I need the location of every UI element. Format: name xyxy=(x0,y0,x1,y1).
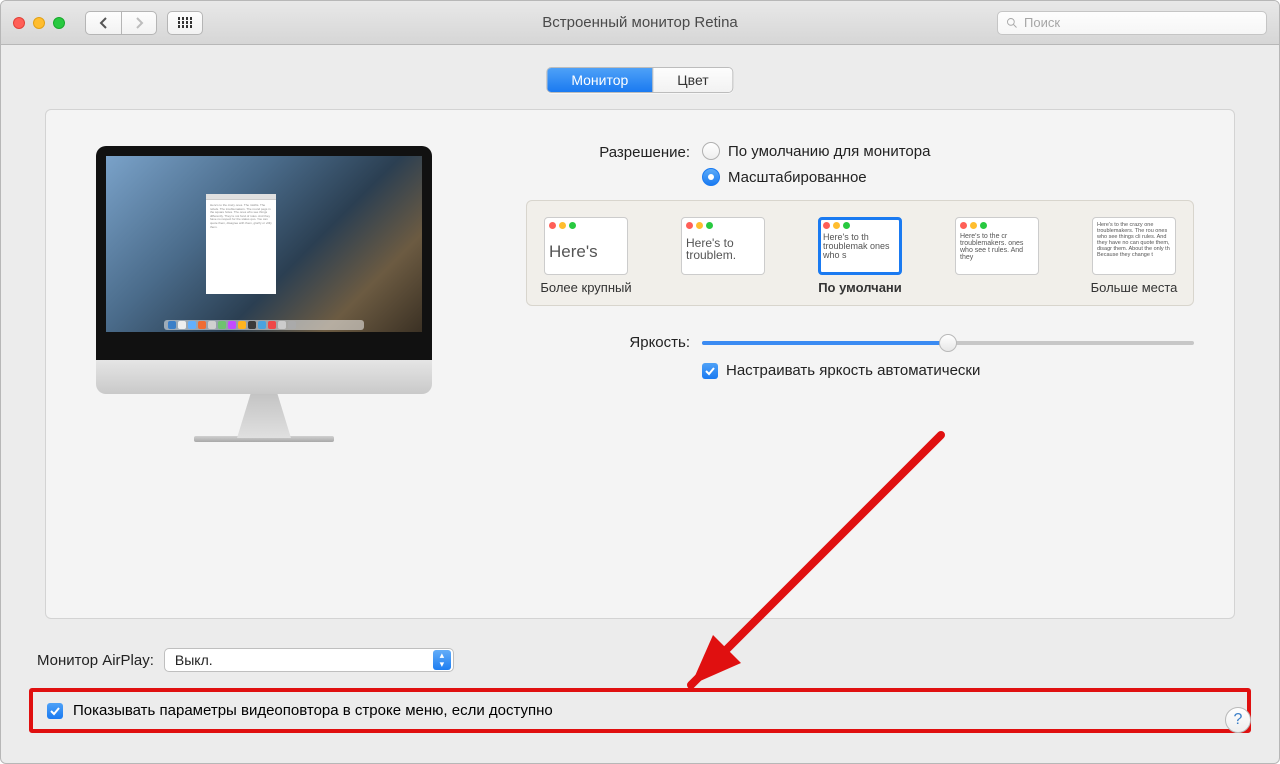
search-placeholder: Поиск xyxy=(1024,15,1060,30)
resolution-option-larger-text[interactable]: Here's Более крупный xyxy=(539,217,633,295)
grid-icon xyxy=(178,17,193,28)
check-icon xyxy=(50,706,60,716)
titlebar: Встроенный монитор Retina Поиск xyxy=(1,1,1279,45)
search-input[interactable]: Поиск xyxy=(997,11,1267,35)
mirroring-label: Показывать параметры видеоповтора в стро… xyxy=(73,702,553,719)
search-icon xyxy=(1006,17,1018,29)
radio-default-for-display[interactable]: По умолчанию для монитора xyxy=(702,142,930,160)
chevron-left-icon xyxy=(99,17,109,29)
preferences-window: Встроенный монитор Retina Поиск Монитор … xyxy=(0,0,1280,764)
resolution-label: Разрешение: xyxy=(526,142,702,161)
tab-display[interactable]: Монитор xyxy=(547,68,652,92)
display-preview: Here's to the crazy ones. The misfits. T… xyxy=(96,146,432,442)
chevron-right-icon xyxy=(134,17,144,29)
tab-group: Монитор Цвет xyxy=(546,67,733,93)
brightness-label: Яркость: xyxy=(526,334,702,351)
mirroring-checkbox[interactable] xyxy=(47,703,63,719)
slider-knob-icon xyxy=(939,334,957,352)
check-icon xyxy=(705,366,715,376)
content: Монитор Цвет Here's to the crazy ones. T… xyxy=(1,45,1279,763)
zoom-icon[interactable] xyxy=(53,17,65,29)
traffic-lights xyxy=(13,17,65,29)
auto-brightness-label: Настраивать яркость автоматически xyxy=(726,362,980,379)
resolution-picker: Here's Более крупный Here's to troublem.… xyxy=(526,200,1194,306)
back-button[interactable] xyxy=(85,11,121,35)
radio-icon xyxy=(702,142,720,160)
minimize-icon[interactable] xyxy=(33,17,45,29)
radio-icon xyxy=(702,168,720,186)
display-options: Разрешение: По умолчанию для монитора Ма… xyxy=(526,142,1194,379)
forward-button[interactable] xyxy=(121,11,157,35)
close-icon[interactable] xyxy=(13,17,25,29)
airplay-label: Монитор AirPlay: xyxy=(37,652,154,669)
brightness-slider[interactable] xyxy=(702,332,1194,352)
resolution-option-more-space[interactable]: Here's to the crazy one troublemakers. T… xyxy=(1087,217,1181,295)
tab-color[interactable]: Цвет xyxy=(652,68,732,92)
select-arrows-icon: ▴▾ xyxy=(433,650,451,670)
footer: Монитор AirPlay: Выкл. ▴▾ Показывать пар… xyxy=(29,648,1251,733)
airplay-select[interactable]: Выкл. ▴▾ xyxy=(164,648,454,672)
help-button[interactable]: ? xyxy=(1225,707,1251,733)
highlighted-mirroring-option: Показывать параметры видеоповтора в стро… xyxy=(29,688,1251,733)
radio-scaled[interactable]: Масштабированное xyxy=(702,168,930,186)
resolution-option-2[interactable]: Here's to troublem. xyxy=(676,217,770,295)
resolution-option-4[interactable]: Here's to the cr troublemakers. ones who… xyxy=(950,217,1044,295)
nav-buttons xyxy=(85,11,157,35)
auto-brightness-checkbox[interactable] xyxy=(702,363,718,379)
settings-panel: Here's to the crazy ones. The misfits. T… xyxy=(45,109,1235,619)
show-all-button[interactable] xyxy=(167,11,203,35)
resolution-option-default[interactable]: Here's to th troublemak ones who s По ум… xyxy=(813,217,907,295)
